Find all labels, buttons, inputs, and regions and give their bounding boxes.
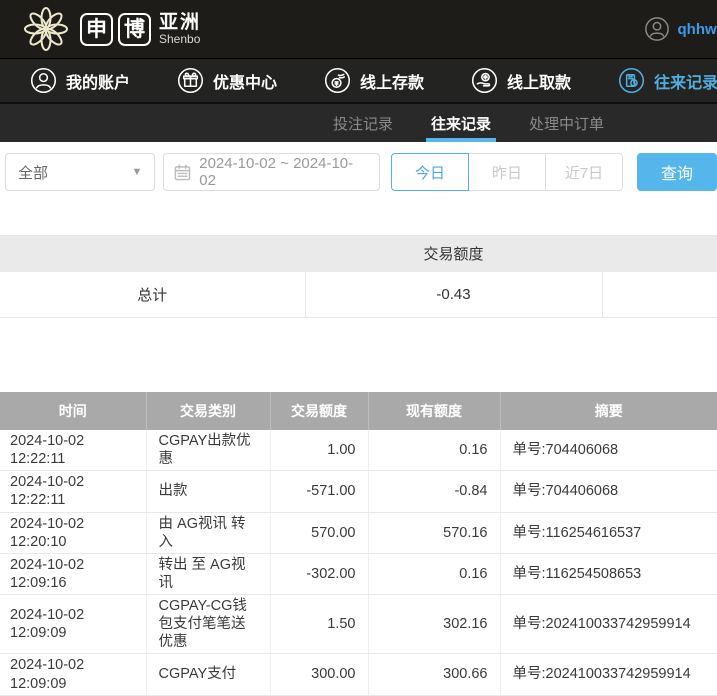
transactions-header-row: 时间 交易类别 交易额度 现有额度 摘要: [0, 392, 717, 430]
cell-amount: -571.00: [270, 471, 368, 512]
cell-type: CGPAY-CG钱包支付笔笔送优惠: [146, 595, 270, 654]
summary-total-label: 总计: [0, 272, 305, 318]
cell-amount: 1.00: [270, 430, 368, 471]
cell-type: 由 AG视讯 转入: [146, 512, 270, 553]
username-link[interactable]: qhhw2: [678, 21, 717, 38]
table-row: 2024-10-02 12:09:16 转出 至 AG视讯 -302.00 0.…: [0, 553, 717, 594]
user-area[interactable]: qhhw2: [644, 0, 717, 58]
summary-empty-header: [602, 236, 717, 272]
nav-item-withdraw[interactable]: 线上取款: [471, 67, 571, 94]
cell-memo: 单号:116254508653: [500, 553, 717, 594]
nav-label: 优惠中心: [213, 69, 277, 93]
summary-total-row: 总计 -0.43: [0, 272, 717, 318]
nav-label: 往来记录: [654, 69, 717, 93]
deposit-icon: [324, 67, 351, 94]
transactions-table: 时间 交易类别 交易额度 现有额度 摘要 2024-10-02 12:22:11…: [0, 392, 717, 696]
table-row: 2024-10-02 12:09:09 CGPAY支付 300.00 300.6…: [0, 654, 717, 695]
nav-item-records[interactable]: 往来记录: [618, 67, 717, 94]
cell-memo: 单号:116254616537: [500, 512, 717, 553]
cell-time: 2024-10-02 12:09:09: [0, 654, 146, 695]
cell-time: 2024-10-02 12:22:11: [0, 430, 146, 471]
nav-label: 线上存款: [360, 69, 424, 93]
brand-char-1: 申: [80, 13, 113, 46]
record-tabs: 投注记录 往来记录 处理中订单: [0, 102, 717, 142]
quick-last7days-button[interactable]: 近7日: [545, 153, 623, 191]
top-brand-bar: 申 博 亚洲 Shenbo qhhw2: [0, 0, 717, 58]
cell-type: 出款: [146, 471, 270, 512]
tab-processing-orders[interactable]: 处理中订单: [526, 104, 607, 142]
cell-amount: 570.00: [270, 512, 368, 553]
quick-yesterday-button[interactable]: 昨日: [468, 153, 546, 191]
gift-icon: [177, 67, 204, 94]
table-row: 2024-10-02 12:22:11 出款 -571.00 -0.84 单号:…: [0, 471, 717, 512]
cell-time: 2024-10-02 12:20:10: [0, 512, 146, 553]
cell-amount: -302.00: [270, 553, 368, 594]
cell-balance: 570.16: [368, 512, 500, 553]
category-select[interactable]: 全部 ▼: [5, 153, 155, 191]
nav-item-promotions[interactable]: 优惠中心: [177, 67, 277, 94]
brand-region: 亚洲: [159, 13, 201, 33]
user-icon: [30, 67, 57, 94]
col-header-time: 时间: [0, 392, 146, 430]
table-row: 2024-10-02 12:09:09 CGPAY-CG钱包支付笔笔送优惠 1.…: [0, 595, 717, 654]
chevron-down-icon: ▼: [131, 166, 142, 178]
tab-transaction-records[interactable]: 往来记录: [428, 104, 494, 142]
nav-item-deposit[interactable]: 线上存款: [324, 67, 424, 94]
quick-range-group: 今日 昨日 近7日: [391, 153, 623, 191]
summary-amount-header: 交易额度: [305, 236, 602, 272]
cell-time: 2024-10-02 12:09:16: [0, 553, 146, 594]
quick-today-button[interactable]: 今日: [391, 153, 469, 191]
nav-item-my-account[interactable]: 我的账户: [30, 67, 130, 94]
cell-memo: 单号:202410033742959914: [500, 654, 717, 695]
flower-logo-icon: [22, 5, 70, 53]
col-header-amount: 交易额度: [270, 392, 368, 430]
cell-time: 2024-10-02 12:22:11: [0, 471, 146, 512]
cell-balance: 300.66: [368, 654, 500, 695]
col-header-type: 交易类别: [146, 392, 270, 430]
summary-table: 交易额度 总计 -0.43: [0, 235, 717, 318]
cell-type: CGPAY支付: [146, 654, 270, 695]
col-header-memo: 摘要: [500, 392, 717, 430]
summary-empty-header: [0, 236, 305, 272]
main-nav: 我的账户 优惠中心 线上存款 线上取款 往来记录 信息: [0, 58, 717, 102]
date-range-value: 2024-10-02 ~ 2024-10-02: [199, 155, 369, 189]
cell-balance: 0.16: [368, 553, 500, 594]
cell-memo: 单号:202410033742959914: [500, 595, 717, 654]
summary-empty-cell: [602, 272, 717, 318]
records-icon: [618, 67, 645, 94]
tab-betting-records[interactable]: 投注记录: [330, 104, 396, 142]
brand-char-2: 博: [118, 13, 151, 46]
calendar-icon: [174, 164, 191, 181]
cell-balance: 0.16: [368, 430, 500, 471]
table-row: 2024-10-02 12:20:10 由 AG视讯 转入 570.00 570…: [0, 512, 717, 553]
cell-memo: 单号:704406068: [500, 471, 717, 512]
category-select-value: 全部: [18, 162, 48, 183]
table-row: 2024-10-02 12:22:11 CGPAY出款优惠 1.00 0.16 …: [0, 430, 717, 471]
nav-label: 线上取款: [507, 69, 571, 93]
date-range-input[interactable]: 2024-10-02 ~ 2024-10-02: [163, 153, 380, 191]
cell-memo: 单号:704406068: [500, 430, 717, 471]
nav-label: 我的账户: [66, 69, 130, 93]
cell-balance: -0.84: [368, 471, 500, 512]
cell-type: 转出 至 AG视讯: [146, 553, 270, 594]
cell-time: 2024-10-02 12:09:09: [0, 595, 146, 654]
query-button[interactable]: 查询: [637, 153, 717, 191]
cell-type: CGPAY出款优惠: [146, 430, 270, 471]
user-avatar-icon: [644, 16, 670, 42]
cell-amount: 1.50: [270, 595, 368, 654]
cell-balance: 302.16: [368, 595, 500, 654]
col-header-balance: 现有额度: [368, 392, 500, 430]
summary-total-value: -0.43: [305, 272, 602, 318]
filter-bar: 全部 ▼ 2024-10-02 ~ 2024-10-02 今日 昨日 近7日 查…: [0, 142, 717, 192]
brand-name-en: Shenbo: [159, 33, 201, 46]
cell-amount: 300.00: [270, 654, 368, 695]
withdraw-icon: [471, 67, 498, 94]
